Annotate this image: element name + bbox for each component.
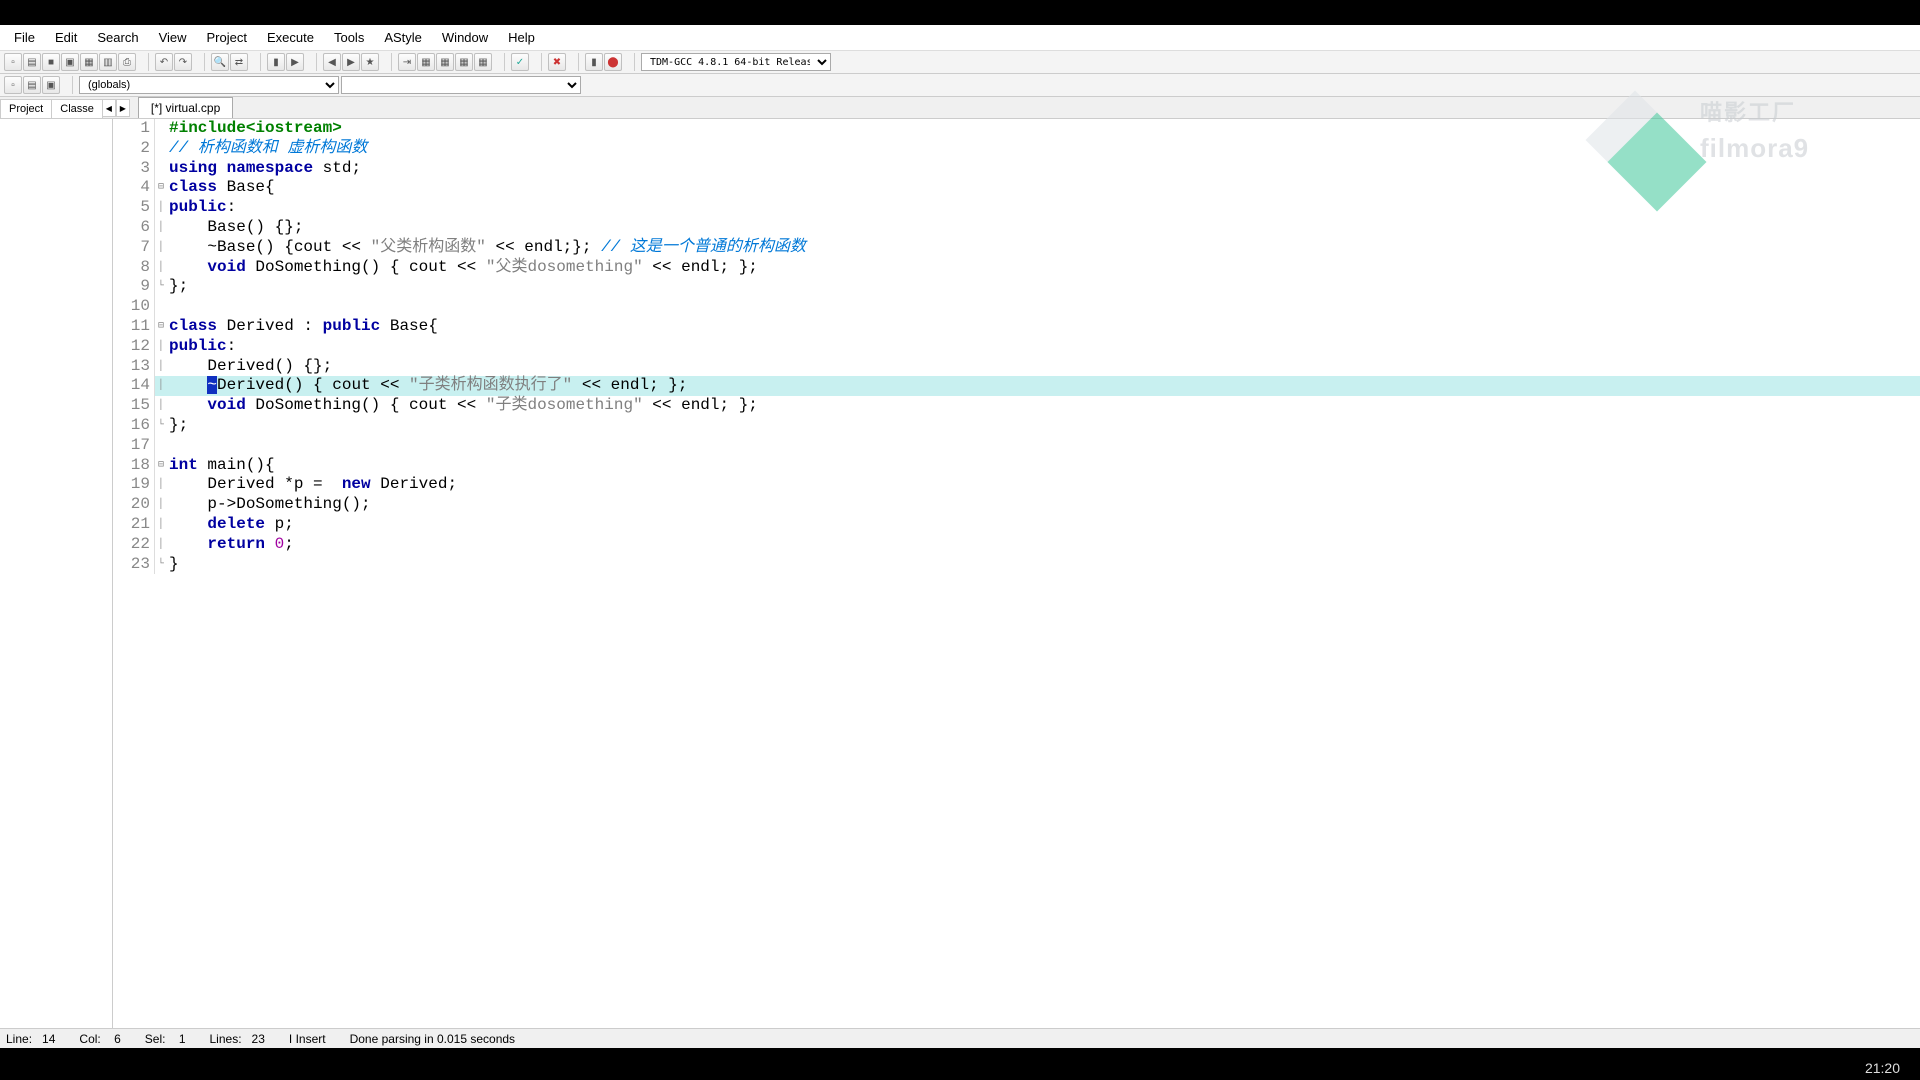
grid2-icon[interactable]: ▦ bbox=[436, 53, 454, 71]
save-icon[interactable]: ■ bbox=[42, 53, 60, 71]
gutter-line: 8 bbox=[113, 258, 155, 278]
menu-astyle[interactable]: AStyle bbox=[374, 27, 432, 48]
gutter-line: 13 bbox=[113, 357, 155, 377]
check-icon[interactable]: ✓ bbox=[511, 53, 529, 71]
save-all-icon[interactable]: ▣ bbox=[61, 53, 79, 71]
menu-search[interactable]: Search bbox=[87, 27, 148, 48]
status-sel: Sel: 1 bbox=[145, 1032, 186, 1046]
menu-project[interactable]: Project bbox=[197, 27, 257, 48]
member-select[interactable] bbox=[341, 76, 581, 94]
gutter-line: 23 bbox=[113, 555, 155, 575]
debug-icon[interactable]: ⬤ bbox=[604, 53, 622, 71]
tool-b-icon[interactable]: ▤ bbox=[23, 76, 41, 94]
tab-scroll-left[interactable]: ◀ bbox=[102, 99, 116, 117]
selection: ~ bbox=[207, 376, 217, 394]
gutter-line: 21 bbox=[113, 515, 155, 535]
run-icon[interactable]: ▶ bbox=[286, 53, 304, 71]
gutter-line: 1 bbox=[113, 119, 155, 139]
status-msg: Done parsing in 0.015 seconds bbox=[350, 1032, 515, 1046]
save-as-icon[interactable]: ▦ bbox=[80, 53, 98, 71]
chart-icon[interactable]: ▮ bbox=[585, 53, 603, 71]
tab-scroll-right[interactable]: ▶ bbox=[116, 99, 130, 117]
status-line: Line: 14 bbox=[6, 1032, 55, 1046]
gutter-line: 17 bbox=[113, 436, 155, 456]
menu-file[interactable]: File bbox=[4, 27, 45, 48]
gutter-line: 19 bbox=[113, 475, 155, 495]
grid3-icon[interactable]: ▦ bbox=[455, 53, 473, 71]
sidepanel-tabs: Project Classe ◀ ▶ bbox=[0, 99, 130, 118]
gutter-line: 15 bbox=[113, 396, 155, 416]
grid1-icon[interactable]: ▦ bbox=[417, 53, 435, 71]
gutter-line: 20 bbox=[113, 495, 155, 515]
status-bar: Line: 14 Col: 6 Sel: 1 Lines: 23 I Inser… bbox=[0, 1028, 1920, 1048]
undo-icon[interactable]: ↶ bbox=[155, 53, 173, 71]
tab-row: Project Classe ◀ ▶ [*] virtual.cpp bbox=[0, 97, 1920, 119]
goto-icon[interactable]: ⇥ bbox=[398, 53, 416, 71]
editor-tab-virtual[interactable]: [*] virtual.cpp bbox=[138, 97, 233, 118]
back-icon[interactable]: ◀ bbox=[323, 53, 341, 71]
status-col: Col: 6 bbox=[79, 1032, 120, 1046]
bookmark-icon[interactable]: ★ bbox=[361, 53, 379, 71]
ide-window: File Edit Search View Project Execute To… bbox=[0, 25, 1920, 1048]
letterbox-top bbox=[0, 0, 1920, 25]
find-icon[interactable]: 🔍 bbox=[211, 53, 229, 71]
scope-select[interactable]: (globals) bbox=[79, 76, 339, 94]
compiler-select[interactable]: TDM-GCC 4.8.1 64-bit Release bbox=[641, 53, 831, 71]
fold-icon[interactable]: ⊟ bbox=[155, 178, 167, 198]
menu-window[interactable]: Window bbox=[432, 27, 498, 48]
fold-icon[interactable]: ⊟ bbox=[155, 456, 167, 476]
video-timestamp: 21:20 bbox=[1865, 1060, 1900, 1076]
gutter-line: 6 bbox=[113, 218, 155, 238]
fold-icon[interactable]: ⊟ bbox=[155, 317, 167, 337]
menu-bar: File Edit Search View Project Execute To… bbox=[0, 25, 1920, 51]
status-lines: Lines: 23 bbox=[210, 1032, 265, 1046]
delete-icon[interactable]: ✖ bbox=[548, 53, 566, 71]
print-icon[interactable]: ⎙ bbox=[118, 53, 136, 71]
compile-icon[interactable]: ▮ bbox=[267, 53, 285, 71]
tab-classes[interactable]: Classe bbox=[51, 99, 103, 118]
menu-edit[interactable]: Edit bbox=[45, 27, 87, 48]
gutter-line: 18 bbox=[113, 456, 155, 476]
tool-c-icon[interactable]: ▣ bbox=[42, 76, 60, 94]
menu-help[interactable]: Help bbox=[498, 27, 545, 48]
gutter-line: 9 bbox=[113, 277, 155, 297]
code-editor[interactable]: 1#include<iostream> 2// 析构函数和 虚析构函数 3usi… bbox=[113, 119, 1920, 1028]
close-icon[interactable]: ▥ bbox=[99, 53, 117, 71]
gutter-line: 14 bbox=[113, 376, 155, 396]
open-file-icon[interactable]: ▤ bbox=[23, 53, 41, 71]
replace-icon[interactable]: ⇄ bbox=[230, 53, 248, 71]
secondary-toolbar: ▫ ▤ ▣ (globals) bbox=[0, 74, 1920, 97]
tool-a-icon[interactable]: ▫ bbox=[4, 76, 22, 94]
gutter-line: 5 bbox=[113, 198, 155, 218]
forward-icon[interactable]: ▶ bbox=[342, 53, 360, 71]
side-panel[interactable] bbox=[0, 119, 113, 1028]
menu-tools[interactable]: Tools bbox=[324, 27, 374, 48]
gutter-line: 16 bbox=[113, 416, 155, 436]
menu-view[interactable]: View bbox=[149, 27, 197, 48]
gutter-line: 2 bbox=[113, 139, 155, 159]
gutter-line: 22 bbox=[113, 535, 155, 555]
tab-project[interactable]: Project bbox=[0, 99, 52, 118]
grid4-icon[interactable]: ▦ bbox=[474, 53, 492, 71]
gutter-line: 12 bbox=[113, 337, 155, 357]
menu-execute[interactable]: Execute bbox=[257, 27, 324, 48]
gutter-line: 7 bbox=[113, 238, 155, 258]
main-area: 1#include<iostream> 2// 析构函数和 虚析构函数 3usi… bbox=[0, 119, 1920, 1028]
letterbox-bottom: 21:20 bbox=[0, 1048, 1920, 1080]
status-mode: I Insert bbox=[289, 1032, 326, 1046]
gutter-line: 11 bbox=[113, 317, 155, 337]
gutter-line: 4 bbox=[113, 178, 155, 198]
gutter-line: 10 bbox=[113, 297, 155, 317]
redo-icon[interactable]: ↷ bbox=[174, 53, 192, 71]
main-toolbar: ▫ ▤ ■ ▣ ▦ ▥ ⎙ ↶ ↷ 🔍 ⇄ ▮ ▶ ◀ ▶ ★ bbox=[0, 51, 1920, 74]
new-file-icon[interactable]: ▫ bbox=[4, 53, 22, 71]
gutter-line: 3 bbox=[113, 159, 155, 179]
